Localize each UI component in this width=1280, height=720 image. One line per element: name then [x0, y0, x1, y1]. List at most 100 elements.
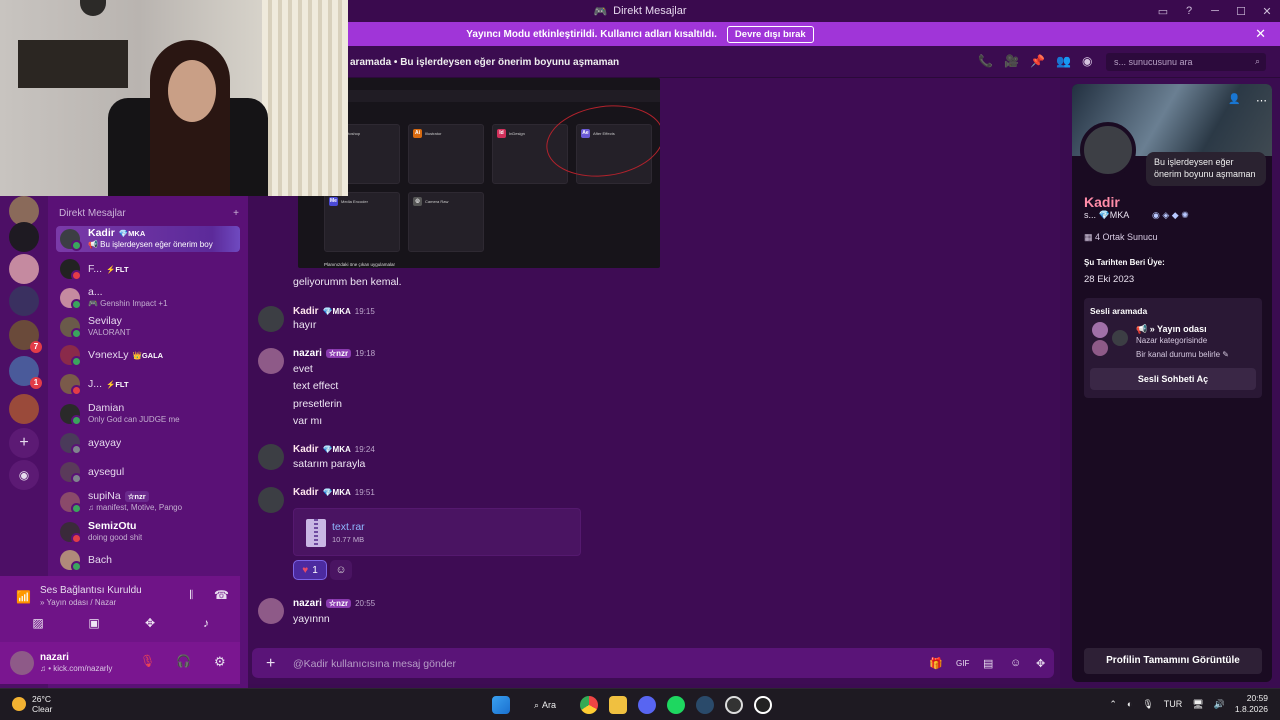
user-profile-icon[interactable]: ◉: [1082, 54, 1092, 68]
close-icon[interactable]: ✕: [1255, 26, 1266, 42]
dm-item[interactable]: aysegul: [56, 459, 240, 485]
close-button[interactable]: ✕: [1254, 5, 1280, 18]
timestamp: 19:51: [354, 488, 375, 497]
spotify-icon[interactable]: [667, 696, 685, 714]
author-name[interactable]: nazari: [293, 598, 322, 609]
taskbar-search[interactable]: ⌕ Ara: [521, 695, 569, 715]
open-voice-chat-button[interactable]: Sesli Sohbeti Aç: [1090, 368, 1256, 390]
file-explorer-icon[interactable]: [609, 696, 627, 714]
chevron-up-icon[interactable]: ⌃: [1109, 699, 1117, 710]
volume-icon[interactable]: 🔊: [1214, 699, 1225, 710]
clock[interactable]: 20:59 1.8.2026: [1235, 693, 1268, 715]
dm-item[interactable]: a... 🎮 Genshin Impact +1: [56, 285, 240, 311]
author-name[interactable]: Kadir: [293, 487, 319, 498]
minimize-button[interactable]: ─: [1202, 5, 1228, 17]
soundboard-button[interactable]: ♪: [184, 616, 228, 636]
chrome-icon[interactable]: [580, 696, 598, 714]
gift-icon[interactable]: 🎁: [929, 657, 943, 670]
avatar[interactable]: [1080, 122, 1136, 178]
avatar[interactable]: [258, 598, 284, 624]
dm-item[interactable]: Damian Only God can JUDGE me: [56, 401, 240, 427]
avatar[interactable]: [258, 306, 284, 332]
dm-item[interactable]: Kadir 💎MKA 📢 Bu işlerdeysen eğer önerim bo…: [56, 226, 240, 252]
add-dm-icon[interactable]: +: [233, 208, 239, 219]
start-icon[interactable]: [492, 696, 510, 714]
gear-icon[interactable]: ⚙: [214, 654, 226, 670]
mutual-servers[interactable]: ▦ 4 Ortak Sunucu: [1084, 232, 1158, 243]
dm-item[interactable]: Sevilay VALORANT: [56, 314, 240, 340]
gif-icon[interactable]: GIF: [956, 659, 969, 668]
discover-icon[interactable]: ◉: [9, 460, 39, 490]
attachment-image[interactable]: PsPhotoshop AiIllustrator IdInDesign AeA…: [298, 78, 660, 268]
avatar[interactable]: [10, 651, 34, 675]
emoji-icon[interactable]: ☺: [1010, 657, 1021, 669]
channel-status[interactable]: Bir kanal durumu belirle ✎: [1136, 350, 1229, 359]
streamer-face: [168, 60, 216, 122]
avatar[interactable]: [258, 487, 284, 513]
view-full-profile-button[interactable]: Profilin Tamamını Görüntüle: [1084, 648, 1262, 674]
author-name[interactable]: Kadir: [293, 306, 319, 317]
noise-suppression-icon[interactable]: 𝄃: [190, 588, 193, 603]
dm-item[interactable]: VɘnexLy 👑GALA: [56, 342, 240, 368]
app-icon[interactable]: [754, 696, 772, 714]
author-name[interactable]: Kadir: [293, 444, 319, 455]
author-name[interactable]: nazari: [293, 348, 322, 359]
file-attachment[interactable]: text.rar 10.77 MB: [293, 508, 581, 556]
dm-item[interactable]: J... ⚡FLT: [56, 371, 240, 397]
disconnect-icon[interactable]: ☎: [214, 588, 229, 602]
add-reaction-icon[interactable]: ☺: [330, 560, 352, 580]
add-friends-icon[interactable]: 👥: [1056, 54, 1071, 68]
dm-item[interactable]: ayayay: [56, 430, 240, 456]
server-icon[interactable]: [9, 356, 42, 389]
server-icon[interactable]: [9, 286, 39, 316]
tray-app-icon[interactable]: ◐: [1127, 699, 1132, 709]
network-icon[interactable]: 🖥: [1192, 699, 1203, 710]
server-tag: 💎MKA: [322, 445, 351, 454]
help-icon[interactable]: ?: [1176, 5, 1202, 17]
sticker-icon[interactable]: ▤: [983, 657, 993, 670]
mute-icon[interactable]: 🎙: [140, 654, 155, 668]
add-friend-icon[interactable]: 👤: [1228, 94, 1240, 105]
apps-icon[interactable]: ✥: [1036, 657, 1045, 670]
reaction-heart[interactable]: ♥ 1: [293, 560, 327, 580]
obs-icon[interactable]: [725, 696, 743, 714]
maximize-button[interactable]: ☐: [1228, 5, 1254, 18]
steam-icon[interactable]: [696, 696, 714, 714]
screen-share-button[interactable]: ▣: [72, 616, 116, 636]
voice-call-icon[interactable]: 📞: [978, 54, 993, 68]
message-input[interactable]: + @Kadir kullanıcısına mesaj gönder 🎁 GI…: [252, 648, 1054, 678]
taskbar: 26°C Clear ⌕ Ara ⌃ ◐ 🎙 TUR 🖥 🔊 20:59 1.8.20…: [0, 688, 1280, 720]
dm-item[interactable]: SemizOtu doing good shit: [56, 519, 240, 545]
signal-icon[interactable]: 📶: [16, 590, 31, 604]
discord-icon[interactable]: [638, 696, 656, 714]
dm-item[interactable]: Bach: [56, 547, 240, 573]
more-icon[interactable]: ⋯: [1256, 94, 1267, 107]
attach-icon[interactable]: +: [266, 655, 275, 673]
activities-button[interactable]: ✥: [128, 616, 172, 636]
microphone-icon[interactable]: 🎙: [1142, 699, 1153, 710]
server-tag: 💎MKA: [322, 307, 351, 316]
voice-call-card: Sesli aramada 📢 » Yayın odası Nazar kate…: [1084, 298, 1262, 398]
dm-item[interactable]: F... ⚡FLT: [56, 256, 240, 282]
pin-icon[interactable]: 📌: [1030, 54, 1045, 68]
voice-channel[interactable]: » Yayın odası / Nazar: [40, 598, 116, 607]
video-call-icon[interactable]: 🎥: [1004, 54, 1019, 68]
inbox-icon[interactable]: ▭: [1150, 5, 1176, 18]
server-icon[interactable]: [9, 254, 39, 284]
avatar[interactable]: [258, 348, 284, 374]
message-text: geliyorumm ben kemal.: [293, 276, 402, 288]
deafen-icon[interactable]: 🎧: [176, 654, 191, 668]
message-text: evet: [293, 363, 313, 375]
weather-widget[interactable]: 26°C Clear: [12, 694, 52, 714]
search-input[interactable]: s... sunucusunu ara ⌕: [1106, 53, 1266, 71]
dm-item[interactable]: supiNa ☆nzr ♫ manifest, Motive, Pango: [56, 489, 240, 515]
server-icon[interactable]: [9, 394, 39, 424]
server-icon[interactable]: [9, 222, 39, 252]
camera-off-button[interactable]: ▨: [16, 616, 60, 636]
file-name[interactable]: text.rar: [332, 521, 365, 533]
disable-streamer-mode-button[interactable]: Devre dışı bırak: [726, 25, 814, 43]
language-indicator[interactable]: TUR: [1164, 699, 1183, 709]
add-server-icon[interactable]: +: [9, 428, 39, 458]
avatar[interactable]: [258, 444, 284, 470]
server-icon[interactable]: [9, 320, 42, 353]
